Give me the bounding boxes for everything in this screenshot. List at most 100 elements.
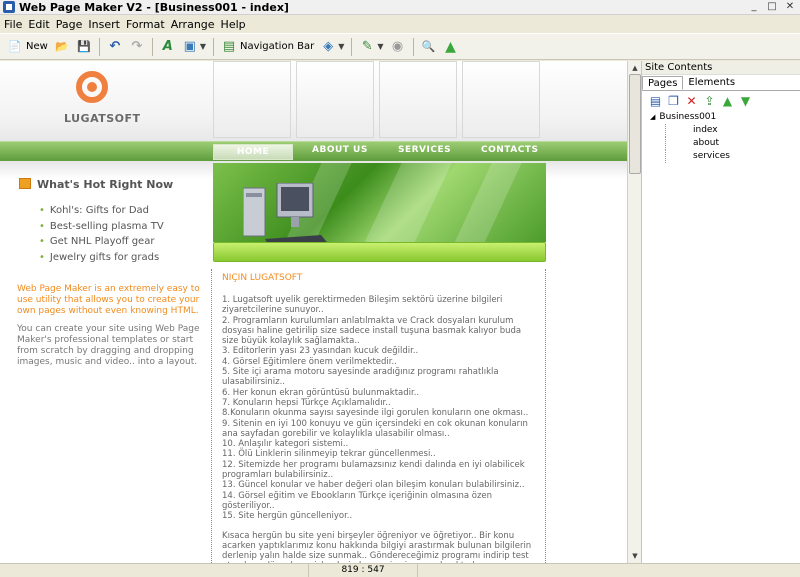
content-item: 11. Ölü Linklerin silinmeyip tekrar günc… bbox=[222, 449, 436, 460]
tree-page-index[interactable]: index bbox=[665, 124, 800, 137]
content-list: 1. Lugatsoft uyelik gerektirmeden Bileşi… bbox=[222, 295, 545, 522]
content-item: 1. Lugatsoft uyelik gerektirmeden Bileşi… bbox=[222, 295, 503, 316]
menu-insert[interactable]: Insert bbox=[88, 18, 120, 31]
header-image-box[interactable] bbox=[462, 61, 540, 138]
header-image-box[interactable] bbox=[379, 61, 457, 138]
save-button[interactable]: 💾 bbox=[73, 36, 95, 58]
tree-root[interactable]: ◢ Business001 bbox=[650, 111, 800, 124]
new-button[interactable]: 📄 New bbox=[4, 36, 51, 58]
redo-icon: ↷ bbox=[131, 38, 143, 54]
content-item: 4. Görsel Eğitimlere önem verilmektedir.… bbox=[222, 356, 397, 367]
maximize-button[interactable]: □ bbox=[764, 1, 780, 13]
nav-home[interactable]: HOME bbox=[213, 144, 293, 160]
hot-icon bbox=[19, 178, 31, 189]
chevron-down-icon: ▼ bbox=[377, 42, 384, 51]
hot-item[interactable]: Best-selling plasma TV bbox=[50, 219, 164, 235]
open-button[interactable]: 📂 bbox=[51, 36, 73, 58]
header-image-box[interactable] bbox=[213, 61, 291, 138]
page-tree: ◢ Business001 index about services bbox=[642, 111, 800, 163]
save-disk-icon: 💾 bbox=[76, 39, 91, 53]
menu-file[interactable]: File bbox=[4, 18, 22, 31]
site-contents-panel: Site Contents Pages Elements ▤ ❐ ✕ ⇪ ▲ ▼… bbox=[641, 61, 800, 563]
publish-button[interactable]: ◉ bbox=[387, 36, 409, 58]
content-item: 7. Konuların hepsi Türkçe Açıklamalıdır.… bbox=[222, 397, 391, 408]
canvas-scrollbar[interactable]: ▲ ▼ bbox=[627, 61, 641, 563]
hot-item[interactable]: Get NHL Playoff gear bbox=[50, 234, 164, 250]
menu-bar: File Edit Page Insert Format Arrange Hel… bbox=[0, 16, 800, 33]
toolbar-separator bbox=[98, 37, 100, 56]
open-folder-icon: 📂 bbox=[54, 39, 69, 53]
zoom-button[interactable]: 🔍 bbox=[418, 36, 440, 58]
tab-pages[interactable]: Pages bbox=[642, 76, 684, 90]
nav-contacts[interactable]: CONTACTS bbox=[481, 145, 538, 155]
green-bar bbox=[213, 242, 546, 262]
logo-text: LUGATSOFT bbox=[64, 112, 141, 125]
scroll-up-icon[interactable]: ▲ bbox=[629, 62, 641, 74]
menu-page[interactable]: Page bbox=[56, 18, 83, 31]
menu-edit[interactable]: Edit bbox=[28, 18, 49, 31]
new-button-label: New bbox=[26, 41, 48, 52]
hot-title: What's Hot Right Now bbox=[37, 178, 174, 191]
nav-about-us[interactable]: ABOUT US bbox=[312, 145, 368, 155]
window-title: Web Page Maker V2 - [Business001 - index… bbox=[19, 0, 289, 14]
undo-icon: ↶ bbox=[109, 38, 121, 54]
tree-page-about[interactable]: about bbox=[665, 137, 800, 150]
toolbar-separator bbox=[212, 37, 214, 56]
toolbar-separator bbox=[351, 37, 353, 56]
cursor-coordinates: 819 : 547 bbox=[308, 564, 418, 577]
text-icon: A bbox=[162, 38, 173, 54]
chevron-down-icon: ▼ bbox=[199, 42, 206, 51]
promo-text-gray: You can create your site using Web Page … bbox=[17, 324, 200, 367]
insert-image-button[interactable]: ▣ ▼ bbox=[179, 36, 209, 58]
delete-page-icon[interactable]: ✕ bbox=[684, 94, 699, 108]
content-box[interactable]: NIÇIN LUGATSOFT 1. Lugatsoft uyelik gere… bbox=[211, 269, 546, 563]
content-item: 8.Konuların okunma sayısı sayesinde ilgi… bbox=[222, 408, 529, 419]
navbar-icon: ▤ bbox=[222, 38, 236, 54]
move-page-down-icon[interactable]: ▼ bbox=[738, 94, 753, 108]
toolbar-separator bbox=[151, 37, 153, 56]
new-page-icon[interactable]: ▤ bbox=[648, 94, 663, 108]
move-up-button[interactable]: ▲ bbox=[440, 36, 462, 58]
content-item: 14. Görsel eğitim ve Ebookların Türkçe i… bbox=[222, 490, 493, 511]
chevron-down-icon: ▼ bbox=[338, 42, 345, 51]
menu-format[interactable]: Format bbox=[126, 18, 165, 31]
close-button[interactable]: ✕ bbox=[782, 1, 798, 13]
move-page-up-icon[interactable]: ▲ bbox=[720, 94, 735, 108]
menu-arrange[interactable]: Arrange bbox=[171, 18, 215, 31]
header-image-box[interactable] bbox=[296, 61, 374, 138]
pencil-icon: ✎ bbox=[361, 38, 373, 54]
panel-title: Site Contents bbox=[642, 61, 800, 75]
content-heading: NIÇIN LUGATSOFT bbox=[222, 273, 303, 283]
panel-toolbar: ▤ ❐ ✕ ⇪ ▲ ▼ bbox=[642, 91, 800, 111]
minimize-button[interactable]: _ bbox=[746, 1, 762, 13]
tab-elements[interactable]: Elements bbox=[683, 76, 740, 90]
content-paragraph: Kısaca hergün bu site yeni birşeyler öğr… bbox=[222, 530, 532, 563]
menu-help[interactable]: Help bbox=[221, 18, 246, 31]
nav-services[interactable]: SERVICES bbox=[398, 145, 451, 155]
content-item: 2. Programların kurulumları anlatılmakta… bbox=[222, 315, 522, 347]
tree-page-services[interactable]: services bbox=[665, 150, 800, 163]
duplicate-page-icon[interactable]: ❐ bbox=[666, 94, 681, 108]
logo-icon bbox=[76, 71, 108, 103]
site-nav-bar: HOME ABOUT US SERVICES CONTACTS bbox=[0, 141, 627, 161]
hot-list: Kohl's: Gifts for Dad Best-selling plasm… bbox=[50, 203, 164, 265]
redo-button[interactable]: ↷ bbox=[126, 36, 148, 58]
content-item: 15. Site hergün güncelleniyor.. bbox=[222, 511, 353, 522]
hot-item[interactable]: Jewelry gifts for grads bbox=[50, 250, 164, 266]
promo-text-orange: Web Page Maker is an extremely easy to u… bbox=[17, 284, 200, 316]
scroll-down-icon[interactable]: ▼ bbox=[629, 550, 641, 562]
page-properties-icon[interactable]: ⇪ bbox=[702, 94, 717, 108]
banner-image[interactable] bbox=[213, 163, 546, 242]
site-header: LUGATSOFT bbox=[0, 61, 627, 141]
undo-button[interactable]: ↶ bbox=[104, 36, 126, 58]
insert-object-button[interactable]: ◈ ▼ bbox=[317, 36, 347, 58]
insert-text-button[interactable]: A bbox=[157, 36, 179, 58]
navigation-bar-button[interactable]: ▤ Navigation Bar bbox=[218, 36, 317, 58]
hot-item[interactable]: Kohl's: Gifts for Dad bbox=[50, 203, 164, 219]
edit-button[interactable]: ✎ ▼ bbox=[356, 36, 386, 58]
scroll-thumb[interactable] bbox=[629, 74, 641, 174]
design-canvas[interactable]: LUGATSOFT HOME ABOUT US SERVICES CONTACT… bbox=[0, 61, 627, 563]
title-bar: Web Page Maker V2 - [Business001 - index… bbox=[0, 0, 800, 15]
content-item: 3. Editorlerin yası 23 yasından kucuk de… bbox=[222, 346, 419, 357]
content-item: 10. Anlaşılır kategori sistemi.. bbox=[222, 439, 349, 450]
